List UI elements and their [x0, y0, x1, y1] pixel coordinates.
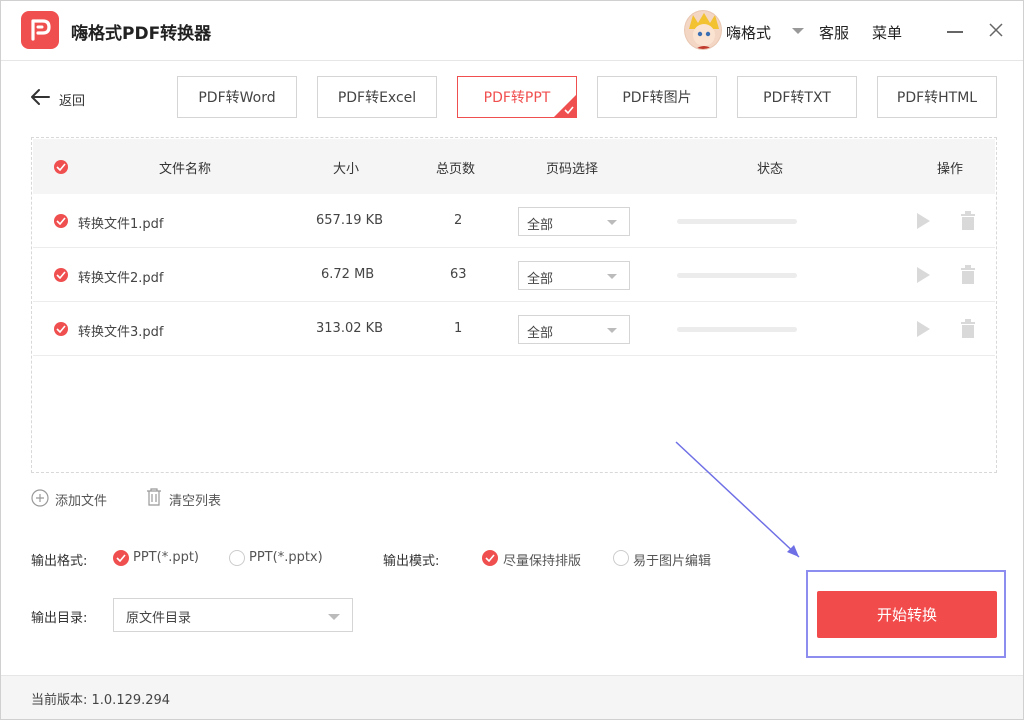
conversion-progress-bar: [677, 273, 797, 278]
tab-pdf-to-html[interactable]: PDF转HTML: [877, 76, 997, 118]
add-file-button[interactable]: 添加文件: [55, 490, 107, 509]
radio-keep-layout[interactable]: [482, 550, 498, 566]
play-icon[interactable]: [915, 320, 931, 338]
tab-pdf-to-word[interactable]: PDF转Word: [177, 76, 297, 118]
file-size: 657.19 KB: [316, 213, 384, 228]
table-row: 转换文件2.pdf 6.72 MB 63 全部: [33, 248, 995, 302]
page-select-dropdown[interactable]: 全部: [518, 315, 630, 344]
minimize-icon[interactable]: [947, 31, 963, 33]
output-dir-dropdown[interactable]: 原文件目录: [113, 598, 353, 632]
row-checkbox[interactable]: [54, 214, 68, 228]
tab-pdf-to-ppt[interactable]: PDF转PPT: [457, 76, 577, 118]
app-window: 嗨格式PDF转换器 嗨格式 客服 菜单 返回 PDF转Word PDF转Exce…: [0, 0, 1024, 720]
chevron-down-icon: [607, 328, 617, 333]
trash-icon[interactable]: [959, 319, 977, 339]
tab-pdf-to-ppt-label: PDF转PPT: [483, 90, 551, 106]
table-row: 转换文件3.pdf 313.02 KB 1 全部: [33, 302, 995, 356]
tab-pdf-to-txt[interactable]: PDF转TXT: [737, 76, 857, 118]
status-bar: 当前版本: 1.0.129.294: [1, 675, 1023, 719]
header-page-select: 页码选择: [546, 162, 599, 177]
annotation-arrow-icon: [675, 441, 800, 558]
back-arrow-icon[interactable]: [29, 87, 51, 107]
username[interactable]: 嗨格式: [726, 22, 771, 43]
customer-service-link[interactable]: 客服: [819, 22, 849, 43]
output-format-label: 输出格式:: [31, 554, 88, 569]
file-size: 6.72 MB: [321, 267, 375, 282]
file-pages: 2: [454, 213, 463, 228]
tab-pdf-to-image[interactable]: PDF转图片: [597, 76, 717, 118]
output-mode-label: 输出模式:: [383, 554, 440, 569]
chevron-down-icon: [607, 274, 617, 279]
app-title: 嗨格式PDF转换器: [71, 24, 212, 44]
conversion-progress-bar: [677, 327, 797, 332]
file-table: 文件名称 大小 总页数 页码选择 状态 操作 转换文件1.pdf 657.19 …: [31, 137, 997, 473]
file-pages: 63: [450, 267, 467, 282]
radio-keep-layout-label[interactable]: 尽量保持排版: [503, 550, 581, 569]
main-menu-link[interactable]: 菜单: [872, 22, 902, 43]
header-size: 大小: [333, 162, 360, 177]
trash-icon[interactable]: [959, 211, 977, 231]
user-avatar[interactable]: [684, 10, 722, 50]
user-menu-caret-icon[interactable]: [792, 28, 804, 34]
trash-icon[interactable]: [959, 265, 977, 285]
file-pages: 1: [454, 321, 463, 336]
header-actions: 操作: [937, 162, 964, 177]
page-select-value: 全部: [527, 218, 554, 233]
header-total-pages: 总页数: [436, 162, 476, 177]
file-size: 313.02 KB: [316, 321, 384, 336]
header-file-name: 文件名称: [159, 162, 212, 177]
app-logo-icon: [21, 11, 59, 49]
version-text: 当前版本: 1.0.129.294: [31, 693, 171, 708]
row-checkbox[interactable]: [54, 322, 68, 336]
output-dir-label: 输出目录:: [31, 611, 88, 626]
select-all-checkbox[interactable]: [54, 160, 68, 174]
radio-pptx-label[interactable]: PPT(*.pptx): [249, 550, 323, 565]
output-dir-value: 原文件目录: [126, 611, 192, 626]
back-button[interactable]: 返回: [59, 90, 85, 109]
radio-ppt-label[interactable]: PPT(*.ppt): [133, 550, 199, 565]
table-row: 转换文件1.pdf 657.19 KB 2 全部: [33, 194, 995, 248]
check-icon: [564, 106, 574, 115]
file-name: 转换文件2.pdf: [78, 271, 164, 286]
page-select-value: 全部: [527, 326, 554, 341]
play-icon[interactable]: [915, 266, 931, 284]
clear-list-button[interactable]: 清空列表: [169, 490, 221, 509]
radio-image-edit[interactable]: [613, 550, 629, 566]
tab-pdf-to-excel[interactable]: PDF转Excel: [317, 76, 437, 118]
table-header: 文件名称 大小 总页数 页码选择 状态 操作: [33, 139, 995, 194]
page-select-dropdown[interactable]: 全部: [518, 261, 630, 290]
page-select-dropdown[interactable]: 全部: [518, 207, 630, 236]
play-icon[interactable]: [915, 212, 931, 230]
title-bar: 嗨格式PDF转换器 嗨格式 客服 菜单: [1, 1, 1023, 61]
radio-ppt[interactable]: [113, 550, 129, 566]
file-name: 转换文件1.pdf: [78, 217, 164, 232]
start-convert-button[interactable]: 开始转换: [817, 591, 997, 638]
trash-outline-icon[interactable]: [146, 488, 162, 506]
file-name: 转换文件3.pdf: [78, 325, 164, 340]
chevron-down-icon: [328, 614, 340, 620]
header-status: 状态: [757, 162, 784, 177]
row-checkbox[interactable]: [54, 268, 68, 282]
conversion-progress-bar: [677, 219, 797, 224]
chevron-down-icon: [607, 220, 617, 225]
radio-pptx[interactable]: [229, 550, 245, 566]
page-select-value: 全部: [527, 272, 554, 287]
add-circle-icon[interactable]: [31, 489, 49, 507]
close-icon[interactable]: [987, 21, 1005, 39]
